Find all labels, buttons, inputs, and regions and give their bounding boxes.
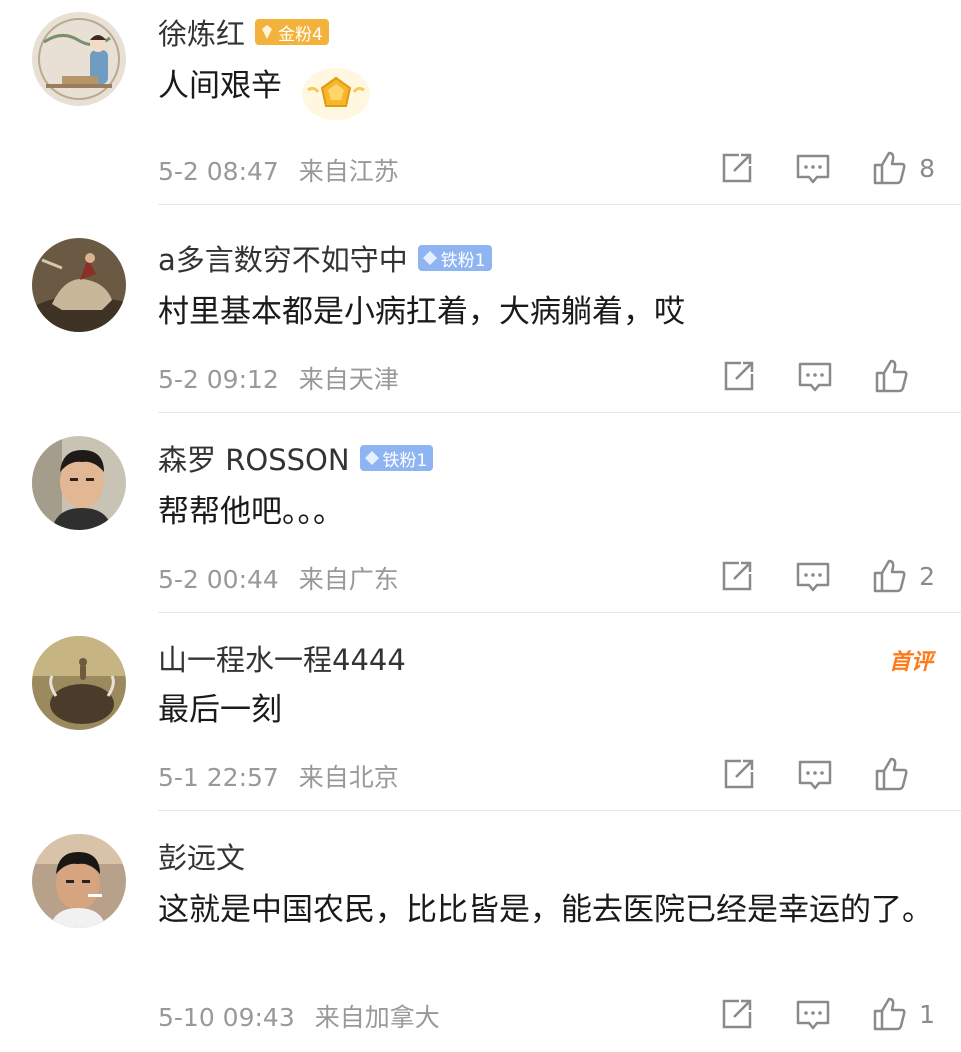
avatar[interactable] [32, 834, 126, 928]
comment-text: 人间艰辛 [158, 68, 282, 104]
comment-meta: 5-10 09:43 来自加拿大 [158, 998, 440, 1034]
username[interactable]: 徐炼红 [158, 11, 245, 53]
reply-icon [798, 760, 832, 790]
divider [158, 204, 961, 205]
comment-text: 村里基本都是小病扛着，大病躺着，哎 [158, 294, 685, 330]
share-button[interactable] [719, 558, 755, 594]
fan-badge: 铁粉1 [359, 445, 434, 471]
timestamp: 5-2 09:12 [158, 365, 279, 394]
thumbs-up-icon [875, 757, 908, 791]
comment-actions [721, 356, 935, 396]
reply-icon [796, 562, 830, 592]
username-row: 森罗 ROSSON 铁粉1 [158, 437, 434, 479]
gem-icon [422, 251, 437, 265]
avatar[interactable] [32, 238, 126, 332]
like-button[interactable]: 8 [871, 150, 935, 186]
share-icon [722, 999, 752, 1029]
location: 来自江苏 [298, 157, 399, 186]
divider [158, 810, 961, 811]
reply-button[interactable] [795, 558, 831, 594]
thumbs-up-icon [873, 997, 906, 1031]
reply-button[interactable] [795, 150, 831, 186]
comment-meta: 5-2 08:47 来自江苏 [158, 152, 399, 188]
avatar[interactable] [32, 436, 126, 530]
comment-actions: 1 [719, 994, 935, 1034]
gem-icon [364, 451, 379, 465]
like-button[interactable] [873, 358, 935, 394]
comment-text: 这就是中国农民，比比皆是，能去医院已经是幸运的了。 [158, 892, 933, 928]
share-button[interactable] [719, 150, 755, 186]
avatar[interactable] [32, 636, 126, 730]
reply-button[interactable] [795, 996, 831, 1032]
comment-text: 帮帮他吧。。。 [158, 494, 344, 530]
first-review-tag: 首评 [888, 650, 933, 675]
thumbs-up-icon [873, 151, 906, 185]
reply-button[interactable] [797, 358, 833, 394]
location: 来自广东 [298, 565, 399, 594]
like-button[interactable] [873, 756, 935, 792]
timestamp: 5-10 09:43 [158, 1003, 295, 1032]
username-row: 山一程水一程4444 [158, 638, 406, 678]
reply-icon [796, 154, 830, 184]
username[interactable]: 彭远文 [158, 835, 245, 877]
like-count: 1 [919, 999, 935, 1029]
avatar[interactable] [32, 12, 126, 106]
gem-icon [262, 25, 273, 39]
like-button[interactable]: 1 [871, 996, 935, 1032]
share-icon [724, 361, 754, 391]
reply-icon [796, 1000, 830, 1030]
gold-gem-sticker-icon [302, 68, 370, 120]
reply-icon [798, 362, 832, 392]
divider [158, 612, 961, 613]
username[interactable]: 山一程水一程4444 [158, 637, 406, 679]
location: 来自天津 [298, 365, 399, 394]
comment-meta: 5-2 00:44 来自广东 [158, 560, 399, 596]
share-button[interactable] [719, 996, 755, 1032]
thumbs-up-icon [873, 559, 906, 593]
fan-badge: 铁粉1 [417, 245, 492, 271]
share-button[interactable] [721, 756, 757, 792]
share-icon [724, 759, 754, 789]
username-row: 徐炼红 金粉4 [158, 12, 329, 52]
comment-actions: 2 [719, 556, 935, 596]
fan-badge: 金粉4 [255, 19, 329, 45]
comment-actions [721, 754, 935, 794]
comment-meta: 5-1 22:57 来自北京 [158, 758, 399, 794]
timestamp: 5-2 08:47 [158, 157, 279, 186]
comment-meta: 5-2 09:12 来自天津 [158, 360, 399, 396]
divider [158, 412, 961, 413]
reply-button[interactable] [797, 756, 833, 792]
username[interactable]: 森罗 ROSSON [158, 437, 350, 479]
like-count: 2 [919, 561, 935, 591]
share-icon [722, 561, 752, 591]
username-row: 彭远文 [158, 836, 245, 876]
timestamp: 5-2 00:44 [158, 565, 279, 594]
comment-actions: 8 [719, 148, 935, 188]
location: 来自北京 [298, 763, 399, 792]
timestamp: 5-1 22:57 [158, 763, 279, 792]
share-button[interactable] [721, 358, 757, 394]
like-count: 8 [919, 153, 935, 183]
location: 来自加拿大 [314, 1003, 440, 1032]
username-row: a多言数穷不如守中 铁粉1 [158, 238, 492, 278]
thumbs-up-icon [875, 359, 908, 393]
username[interactable]: a多言数穷不如守中 [158, 237, 408, 279]
like-button[interactable]: 2 [871, 558, 935, 594]
comment-text: 最后一刻 [158, 692, 282, 728]
share-icon [722, 153, 752, 183]
